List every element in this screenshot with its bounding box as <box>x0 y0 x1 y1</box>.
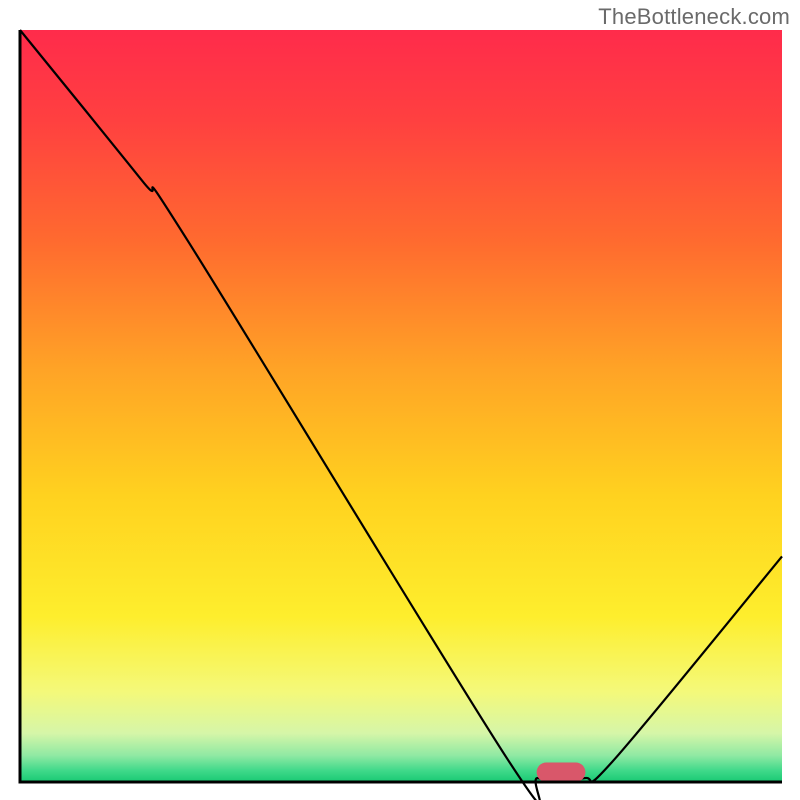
bottleneck-chart <box>0 0 800 800</box>
chart-background <box>20 30 782 782</box>
optimal-marker <box>537 762 586 782</box>
